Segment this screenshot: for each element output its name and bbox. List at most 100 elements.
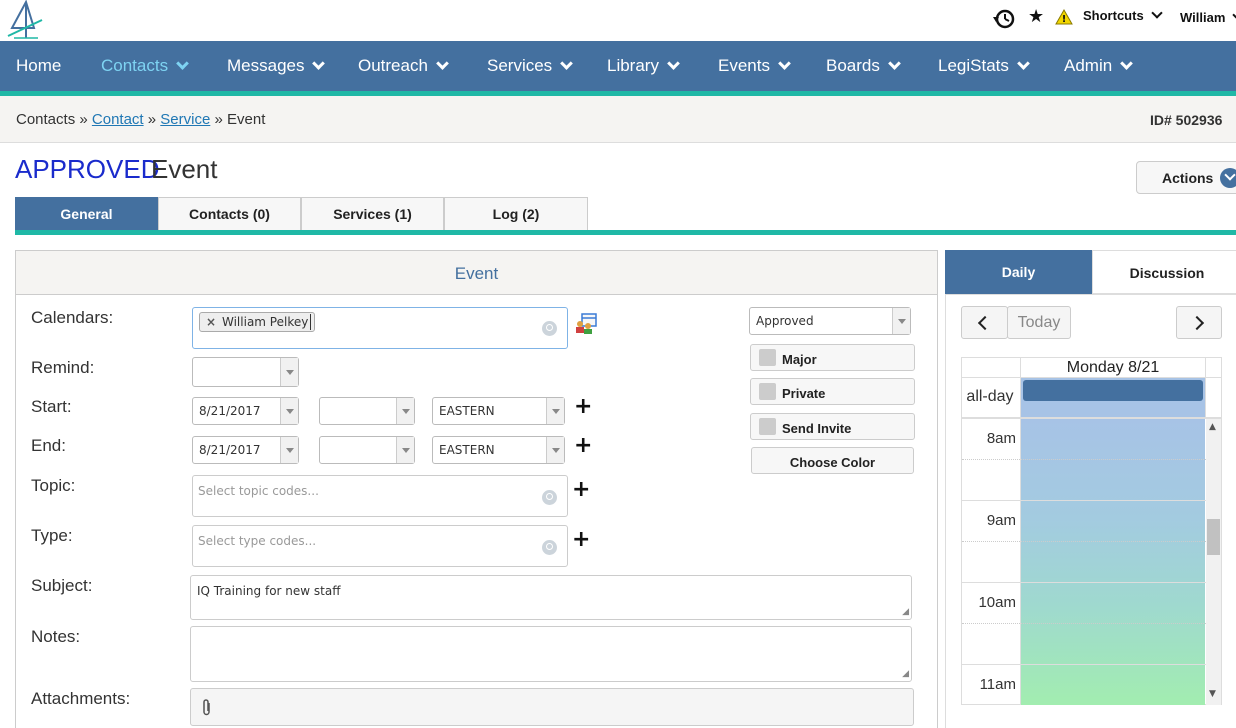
major-label: Major (782, 352, 817, 367)
user-label: William (1180, 10, 1226, 25)
attachments-dropzone[interactable] (190, 688, 914, 726)
nav-label: Home (16, 56, 62, 75)
actions-label: Actions (1162, 170, 1214, 186)
calendar-scrollbar[interactable] (1206, 419, 1221, 705)
resize-handle-icon[interactable]: ◢ (902, 607, 909, 617)
chevron-down-icon (560, 57, 574, 70)
status-select[interactable]: Approved (749, 307, 911, 335)
breadcrumb-separator: » (147, 111, 157, 128)
nav-item-boards[interactable]: Boards (826, 41, 901, 91)
prev-day-button[interactable] (961, 306, 1008, 339)
history-icon[interactable] (993, 8, 1015, 34)
tab-daily[interactable]: Daily (945, 250, 1092, 294)
scrollbar-thumb[interactable] (1207, 519, 1220, 555)
topic-input[interactable]: Select topic codes... (192, 475, 568, 517)
nav-item-services[interactable]: Services (487, 41, 574, 91)
tab-contacts[interactable]: Contacts (0) (158, 197, 301, 230)
star-icon[interactable]: ★ (1028, 6, 1044, 27)
user-menu[interactable]: William (1180, 9, 1236, 25)
tab-discussion[interactable]: Discussion (1092, 250, 1236, 294)
hour-line (962, 500, 1206, 501)
paperclip-icon[interactable] (201, 699, 213, 720)
nav-label: Services (487, 56, 553, 75)
nav-label: LegiStats (938, 56, 1009, 75)
checkbox-box (759, 418, 776, 435)
nav-item-home[interactable]: Home (16, 41, 61, 91)
add-start-icon[interactable]: + (574, 396, 592, 418)
subject-value: IQ Training for new staff (197, 584, 341, 598)
calendar-tag: × William Pelkey (199, 312, 316, 332)
major-checkbox[interactable]: Major (750, 344, 915, 371)
tab-log[interactable]: Log (2) (444, 197, 588, 230)
day-header: Monday 8/21 (1066, 359, 1160, 376)
nav-item-outreach[interactable]: Outreach (358, 41, 449, 91)
breadcrumb-service-link[interactable]: Service (160, 111, 210, 128)
end-timezone-select[interactable]: EASTERN (432, 436, 565, 464)
breadcrumb-contact-link[interactable]: Contact (92, 111, 144, 128)
shortcuts-label: Shortcuts (1083, 8, 1144, 23)
private-label: Private (782, 386, 826, 401)
tab-services[interactable]: Services (1) (301, 197, 444, 230)
add-type-icon[interactable]: + (572, 529, 590, 551)
scroll-up-icon[interactable]: ▲ (1209, 422, 1216, 432)
start-timezone-value: EASTERN (439, 404, 495, 418)
nav-item-events[interactable]: Events (718, 41, 791, 91)
type-input[interactable]: Select type codes... (192, 525, 568, 567)
four-logo-icon[interactable] (4, 0, 46, 40)
choose-color-button[interactable]: Choose Color (751, 447, 914, 474)
start-date-select[interactable]: 8/21/2017 (192, 397, 299, 425)
actions-button[interactable]: Actions (1136, 161, 1236, 194)
chevron-down-icon (1017, 57, 1030, 70)
status-select-value: Approved (756, 314, 814, 328)
end-time-select[interactable] (319, 436, 415, 464)
hour-label: 10am (978, 594, 1016, 611)
start-timezone-select[interactable]: EASTERN (432, 397, 565, 425)
next-day-button[interactable] (1176, 306, 1222, 339)
start-time-select[interactable] (319, 397, 415, 425)
chevron-down-icon (1220, 168, 1236, 188)
resize-handle-icon[interactable]: ◢ (902, 669, 909, 679)
subject-textarea[interactable]: IQ Training for new staff ◢ (190, 575, 912, 620)
notes-textarea[interactable]: ◢ (190, 626, 912, 682)
status-label: APPROVED (15, 154, 160, 184)
event-block[interactable] (1021, 419, 1205, 705)
remind-select[interactable] (192, 357, 299, 387)
allday-event[interactable] (1023, 380, 1203, 401)
checkbox-box (759, 349, 776, 366)
alert-icon[interactable]: ! (1055, 8, 1073, 29)
send-invite-checkbox[interactable]: Send Invite (750, 413, 915, 440)
nav-item-legistats[interactable]: LegiStats (938, 41, 1030, 91)
panel-title: Event (15, 250, 938, 295)
dropdown-arrow-icon (280, 398, 298, 424)
scroll-down-icon[interactable]: ▼ (1209, 689, 1216, 699)
allday-label: all-day (966, 388, 1014, 405)
notes-label: Notes: (31, 627, 81, 646)
add-topic-icon[interactable]: + (572, 479, 590, 501)
today-button[interactable]: Today (1007, 306, 1071, 339)
start-date-value: 8/21/2017 (199, 404, 261, 418)
nav-item-contacts[interactable]: Contacts (101, 41, 189, 91)
nav-item-library[interactable]: Library (607, 41, 680, 91)
calendars-input[interactable]: × William Pelkey (192, 307, 568, 349)
end-date-select[interactable]: 8/21/2017 (192, 436, 299, 464)
nav-item-admin[interactable]: Admin (1064, 41, 1134, 91)
chevron-right-icon (1189, 315, 1205, 331)
private-checkbox[interactable]: Private (750, 378, 915, 405)
topic-label: Topic: (31, 476, 76, 495)
nav-item-messages[interactable]: Messages (227, 41, 326, 91)
tab-general[interactable]: General (15, 197, 158, 230)
search-icon (542, 490, 557, 505)
breadcrumb-separator: » (214, 111, 223, 128)
calendar-people-icon[interactable] (574, 312, 598, 338)
chevron-down-icon (176, 57, 189, 70)
nav-label: Events (718, 56, 770, 75)
shortcuts-menu[interactable]: Shortcuts (1083, 7, 1163, 23)
add-end-icon[interactable]: + (574, 435, 592, 457)
half-hour-line (962, 541, 1206, 542)
dropdown-arrow-icon (396, 398, 414, 424)
tag-remove-icon[interactable]: × (206, 315, 216, 329)
remind-label: Remind: (31, 358, 95, 377)
nav-label: Messages (227, 56, 305, 75)
half-hour-line (962, 459, 1206, 460)
chevron-down-icon (436, 57, 449, 70)
